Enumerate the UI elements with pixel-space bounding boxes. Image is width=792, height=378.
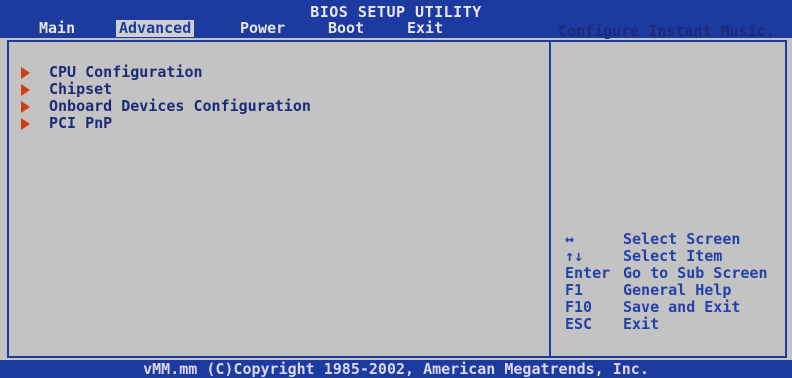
copyright-footer: vMM.mm (C)Copyright 1985-2002, American …	[0, 360, 792, 378]
help-description: Configure Instant Music.	[558, 22, 775, 40]
tab-boot[interactable]: Boot	[325, 20, 367, 37]
tab-advanced[interactable]: Advanced	[116, 20, 195, 37]
key-row: F10 Save and Exit	[565, 299, 768, 316]
submenu-arrow-icon	[21, 67, 30, 79]
key-legend: ↔ Select Screen ↑↓ Select Item Enter Go to …	[565, 231, 768, 333]
left-right-arrow-icon: ↔	[565, 230, 575, 248]
up-down-arrow-icon: ↑↓	[565, 247, 584, 265]
submenu-arrow-icon	[21, 118, 30, 130]
key-description: Exit	[623, 315, 660, 333]
key-row: ESC Exit	[565, 316, 768, 333]
key-description: Select Screen	[623, 230, 741, 248]
menu-item-chipset[interactable]: Chipset	[19, 81, 311, 98]
key-row: ↔ Select Screen	[565, 231, 768, 248]
key-row: Enter Go to Sub Screen	[565, 265, 768, 282]
menu-item-pci-pnp[interactable]: PCI PnP	[19, 115, 311, 132]
key-row: ↑↓ Select Item	[565, 248, 768, 265]
menu-item-label: Onboard Devices Configuration	[49, 97, 311, 115]
key-label: F1	[565, 281, 584, 299]
menu-item-cpu-configuration[interactable]: CPU Configuration	[19, 64, 311, 81]
key-label: ESC	[565, 315, 593, 333]
key-description: Go to Sub Screen	[623, 264, 768, 282]
key-label: F10	[565, 298, 593, 316]
key-label: Enter	[565, 264, 611, 282]
menu-item-label: CPU Configuration	[49, 63, 203, 81]
tab-main[interactable]: Main	[36, 20, 78, 37]
key-description: Select Item	[623, 247, 723, 265]
menu-item-label: Chipset	[49, 80, 113, 98]
key-row: F1 General Help	[565, 282, 768, 299]
key-description: Save and Exit	[623, 298, 741, 316]
advanced-menu: CPU Configuration Chipset Onboard Device…	[19, 64, 311, 132]
menu-item-label: PCI PnP	[49, 114, 113, 132]
panel-divider	[549, 42, 551, 356]
submenu-arrow-icon	[21, 84, 30, 96]
menu-item-onboard-devices[interactable]: Onboard Devices Configuration	[19, 98, 311, 115]
tab-power[interactable]: Power	[237, 20, 288, 37]
submenu-arrow-icon	[21, 101, 30, 113]
key-description: General Help	[623, 281, 732, 299]
tab-exit[interactable]: Exit	[404, 20, 446, 37]
